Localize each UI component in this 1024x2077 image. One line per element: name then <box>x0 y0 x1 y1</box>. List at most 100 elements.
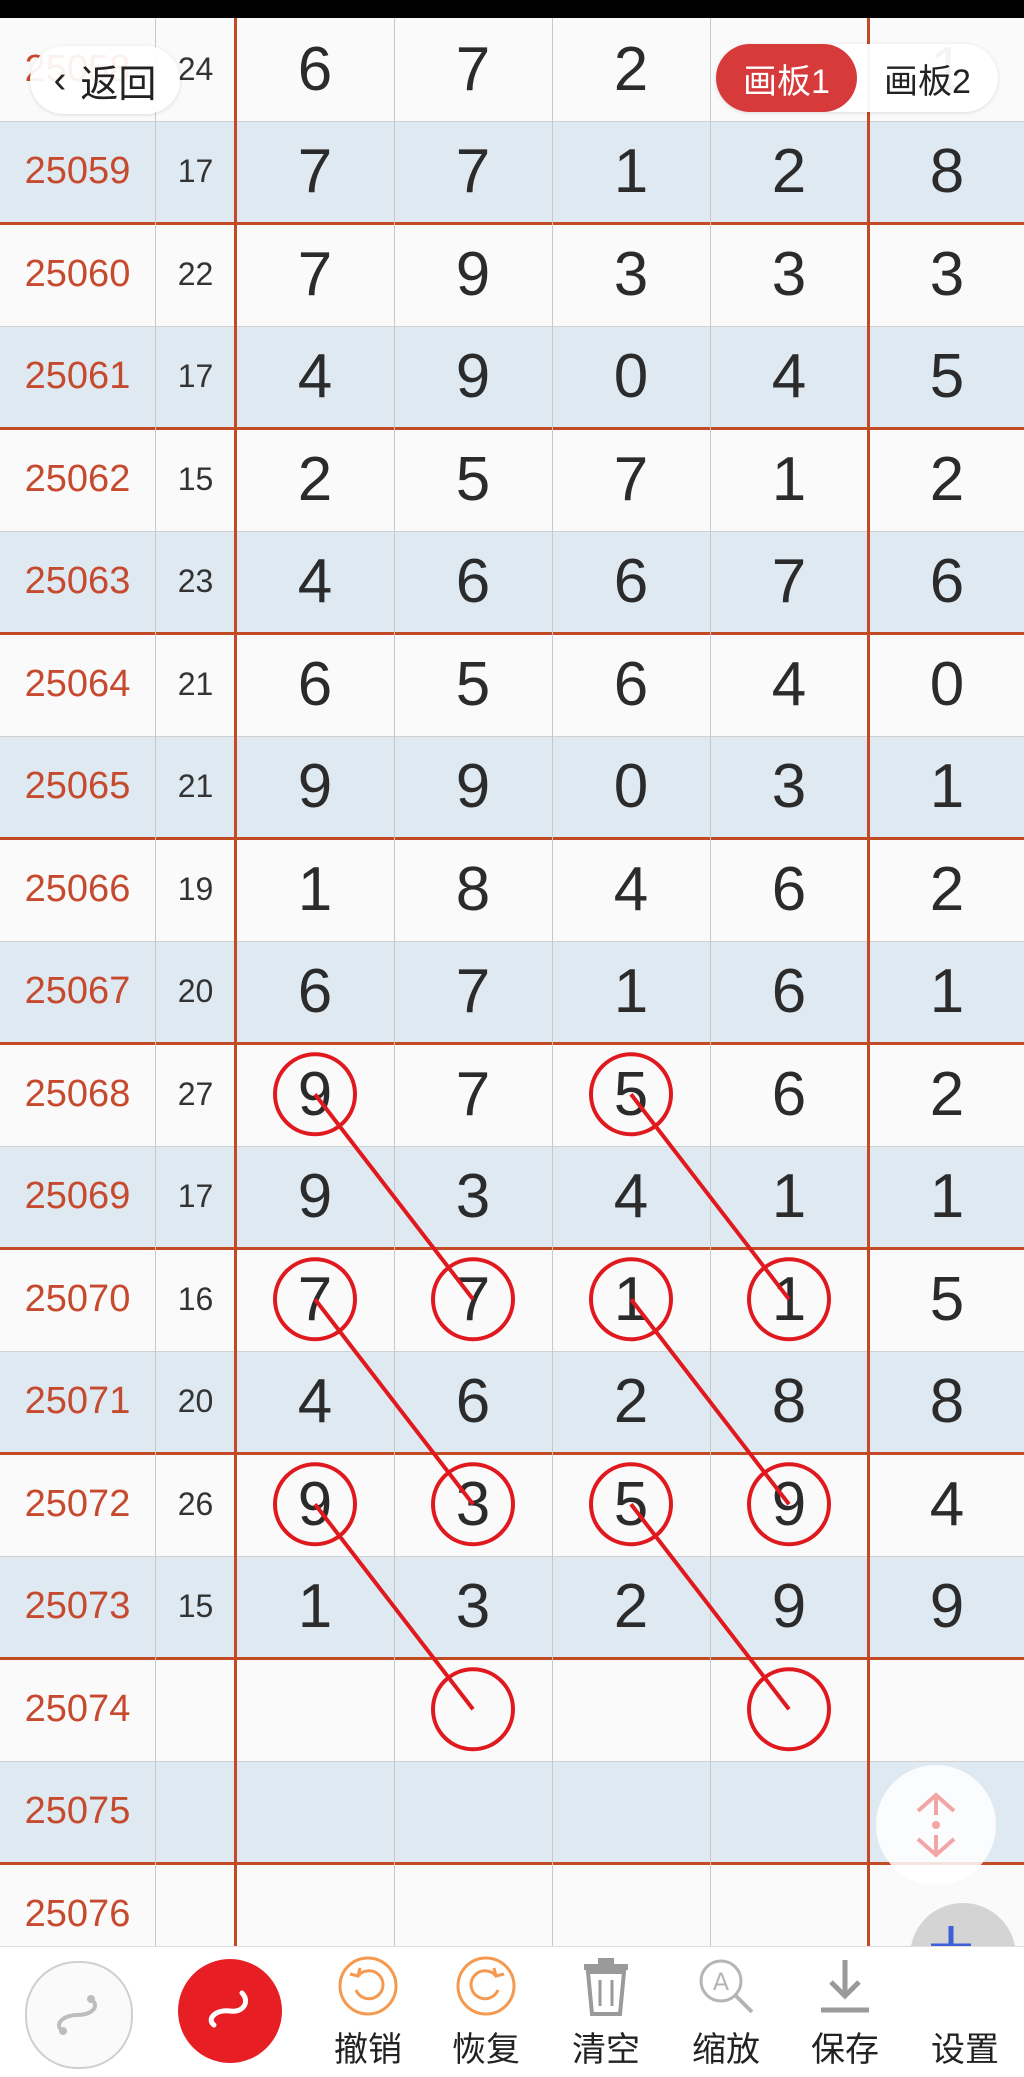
digit-cell[interactable]: 2 <box>868 838 1024 941</box>
digit-cell[interactable]: 9 <box>236 1043 394 1146</box>
digit-cell[interactable]: 6 <box>236 633 394 736</box>
digit-cell[interactable]: 1 <box>868 941 1024 1044</box>
digit-cell[interactable]: 3 <box>868 223 1024 326</box>
digit-cell[interactable] <box>394 1658 552 1761</box>
digit-cell[interactable]: 7 <box>236 121 394 224</box>
digit-cell[interactable] <box>394 1761 552 1864</box>
settings-button[interactable]: 设置 <box>915 1947 1015 2077</box>
digit-cell[interactable]: 9 <box>394 326 552 429</box>
digit-cell[interactable]: 6 <box>552 531 710 634</box>
digit-cell[interactable]: 9 <box>236 1146 394 1249</box>
digit-cell[interactable]: 6 <box>394 531 552 634</box>
digit-cell[interactable]: 1 <box>710 1248 868 1351</box>
digit-cell[interactable] <box>236 1658 394 1761</box>
digit-cell[interactable]: 1 <box>710 428 868 531</box>
digit-cell[interactable]: 4 <box>868 1453 1024 1556</box>
digit-cell[interactable]: 5 <box>552 1043 710 1146</box>
digit-cell[interactable]: 8 <box>394 838 552 941</box>
digit-cell[interactable] <box>868 1658 1024 1761</box>
digit-cell[interactable]: 6 <box>552 633 710 736</box>
digit-cell[interactable]: 7 <box>394 1248 552 1351</box>
digit-cell[interactable] <box>552 1658 710 1761</box>
digit-cell[interactable]: 6 <box>236 18 394 121</box>
clear-button[interactable]: 清空 <box>556 1947 656 2077</box>
tab-board-2[interactable]: 画板2 <box>857 44 998 112</box>
zoom-button[interactable]: A 缩放 <box>676 1947 776 2077</box>
digit-cell[interactable]: 2 <box>868 428 1024 531</box>
undo-button[interactable]: 撤销 <box>318 1947 418 2077</box>
digit-cell[interactable]: 5 <box>868 1248 1024 1351</box>
digit-cell[interactable]: 7 <box>236 223 394 326</box>
digit-cell[interactable]: 9 <box>868 1556 1024 1659</box>
digit-cell[interactable]: 5 <box>868 326 1024 429</box>
pen-red-button[interactable] <box>178 1959 282 2063</box>
digit-cell[interactable]: 8 <box>868 1351 1024 1454</box>
digit-cell[interactable]: 4 <box>236 531 394 634</box>
digit-cell[interactable]: 1 <box>236 838 394 941</box>
digit-cell[interactable]: 9 <box>236 736 394 839</box>
digit-cell[interactable]: 7 <box>552 428 710 531</box>
digit-cell[interactable]: 4 <box>236 1351 394 1454</box>
digit-cell[interactable]: 5 <box>394 633 552 736</box>
digit-cell[interactable]: 1 <box>552 121 710 224</box>
digit-cell[interactable]: 5 <box>552 1453 710 1556</box>
digit-cell[interactable]: 0 <box>552 736 710 839</box>
digit-cell[interactable]: 0 <box>552 326 710 429</box>
digit-cell[interactable] <box>710 1761 868 1864</box>
digit-cell[interactable]: 9 <box>394 736 552 839</box>
digit-cell[interactable]: 8 <box>868 121 1024 224</box>
digit-cell[interactable]: 3 <box>710 736 868 839</box>
digit-cell[interactable]: 4 <box>236 326 394 429</box>
save-button[interactable]: 保存 <box>795 1947 895 2077</box>
redo-button[interactable]: 恢复 <box>436 1947 536 2077</box>
digit-cell[interactable]: 7 <box>236 1248 394 1351</box>
digit-cell[interactable]: 1 <box>552 941 710 1044</box>
digit-cell[interactable]: 6 <box>710 1043 868 1146</box>
digit-cell[interactable] <box>710 1658 868 1761</box>
digit-cell[interactable]: 1 <box>868 736 1024 839</box>
digit-cell[interactable]: 5 <box>394 428 552 531</box>
lottery-grid[interactable]: 2505824672912505917771282506022793332506… <box>0 18 1024 1966</box>
tab-board-1[interactable]: 画板1 <box>716 44 857 112</box>
digit-cell[interactable]: 1 <box>552 1248 710 1351</box>
digit-cell[interactable]: 2 <box>552 18 710 121</box>
digit-cell[interactable]: 4 <box>710 633 868 736</box>
digit-cell[interactable]: 9 <box>710 1556 868 1659</box>
digit-cell[interactable]: 2 <box>552 1351 710 1454</box>
digit-cell[interactable]: 3 <box>710 223 868 326</box>
digit-cell[interactable]: 2 <box>868 1043 1024 1146</box>
digit-cell[interactable]: 8 <box>710 1351 868 1454</box>
digit-cell[interactable]: 7 <box>394 1043 552 1146</box>
pen-gray-button[interactable] <box>25 1961 133 2069</box>
digit-cell[interactable]: 7 <box>394 121 552 224</box>
digit-cell[interactable]: 7 <box>394 941 552 1044</box>
digit-cell[interactable]: 3 <box>394 1556 552 1659</box>
digit-cell[interactable]: 7 <box>394 18 552 121</box>
digit-cell[interactable]: 7 <box>710 531 868 634</box>
digit-cell[interactable]: 6 <box>394 1351 552 1454</box>
digit-cell[interactable]: 6 <box>710 838 868 941</box>
digit-cell[interactable]: 1 <box>236 1556 394 1659</box>
digit-cell[interactable]: 2 <box>710 121 868 224</box>
back-button[interactable]: ‹ 返回 <box>30 46 180 114</box>
digit-cell[interactable]: 9 <box>710 1453 868 1556</box>
digit-cell[interactable] <box>552 1761 710 1864</box>
digit-cell[interactable]: 6 <box>710 941 868 1044</box>
digit-cell[interactable]: 4 <box>552 1146 710 1249</box>
scroll-toggle-button[interactable] <box>876 1765 996 1885</box>
digit-cell[interactable]: 0 <box>868 633 1024 736</box>
digit-cell[interactable]: 9 <box>236 1453 394 1556</box>
digit-cell[interactable]: 2 <box>552 1556 710 1659</box>
digit-cell[interactable]: 3 <box>552 223 710 326</box>
digit-cell[interactable]: 3 <box>394 1146 552 1249</box>
digit-cell[interactable]: 6 <box>868 531 1024 634</box>
digit-cell[interactable]: 1 <box>710 1146 868 1249</box>
digit-cell[interactable]: 6 <box>236 941 394 1044</box>
digit-cell[interactable]: 3 <box>394 1453 552 1556</box>
digit-cell[interactable]: 4 <box>552 838 710 941</box>
digit-cell[interactable]: 9 <box>394 223 552 326</box>
digit-cell[interactable]: 1 <box>868 1146 1024 1249</box>
digit-cell[interactable]: 4 <box>710 326 868 429</box>
digit-cell[interactable] <box>236 1761 394 1864</box>
digit-cell[interactable]: 2 <box>236 428 394 531</box>
